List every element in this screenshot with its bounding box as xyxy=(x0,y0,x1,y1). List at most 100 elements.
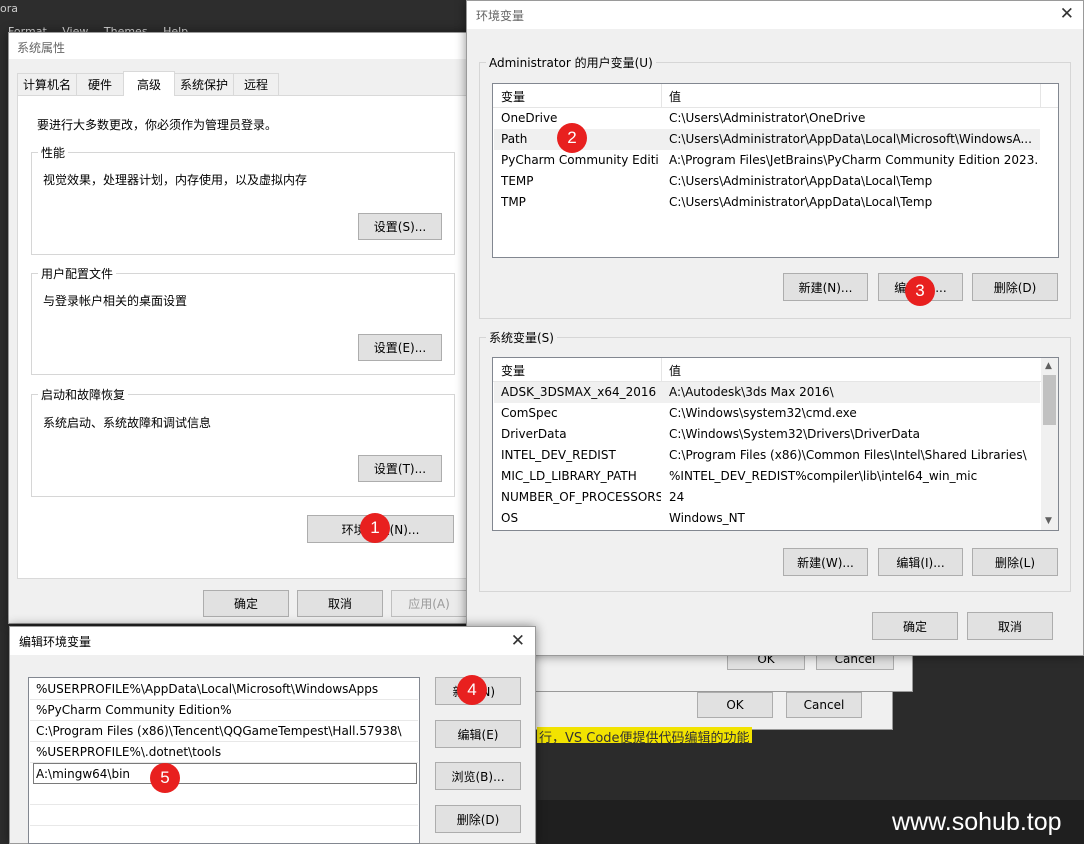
step-badge-4: 4 xyxy=(457,675,487,705)
path-entry[interactable]: %USERPROFILE%\.dotnet\tools xyxy=(30,742,418,763)
performance-settings-button[interactable]: 设置(S)... xyxy=(358,213,442,240)
watermark: www.sohub.top xyxy=(892,808,1062,836)
user-profile-settings-button[interactable]: 设置(E)... xyxy=(358,334,442,361)
back-ok-button-2[interactable]: OK xyxy=(697,692,773,718)
sys-var-row[interactable]: MIC_LD_LIBRARY_PATH %INTEL_DEV_REDIST%co… xyxy=(494,466,1040,487)
sys-var-row[interactable]: NUMBER_OF_PROCESSORS 24 xyxy=(494,487,1040,508)
user-col-separator-end xyxy=(1040,84,1041,108)
envvars-cancel-button[interactable]: 取消 xyxy=(967,612,1053,640)
user-col-variable[interactable]: 变量 xyxy=(501,88,525,105)
system-variables-list[interactable]: 变量 值 ADSK_3DSMAX_x64_2016 A:\Autodesk\3d… xyxy=(492,357,1059,531)
user-delete-button[interactable]: 删除(D) xyxy=(972,273,1058,301)
path-entry[interactable]: %PyCharm Community Edition% xyxy=(30,700,418,721)
path-entry-input[interactable]: A:\mingw64\bin xyxy=(36,767,130,781)
step-badge-5: 5 xyxy=(150,763,180,793)
path-entry-empty[interactable] xyxy=(30,805,418,826)
scroll-up-icon[interactable]: ▲ xyxy=(1045,361,1052,371)
editor-title: ora xyxy=(0,2,18,15)
envvars-ok-button[interactable]: 确定 xyxy=(872,612,958,640)
sys-var-name: MIC_LD_LIBRARY_PATH xyxy=(501,469,637,483)
scroll-down-icon[interactable]: ▼ xyxy=(1045,516,1052,526)
sys-var-row[interactable]: OS Windows_NT xyxy=(494,508,1040,529)
user-var-value: A:\Program Files\JetBrains\PyCharm Commu… xyxy=(669,153,1039,167)
path-entries-list[interactable]: %USERPROFILE%\AppData\Local\Microsoft\Wi… xyxy=(28,677,420,844)
user-variables-label: Administrator 的用户变量(U) xyxy=(486,54,656,71)
sysprops-cancel-button[interactable]: 取消 xyxy=(297,590,383,617)
system-variables-scrollbar[interactable]: ▲ ▼ xyxy=(1041,358,1058,530)
path-entry-empty[interactable] xyxy=(30,784,418,805)
startup-recovery-desc: 系统启动、系统故障和调试信息 xyxy=(43,416,212,430)
sys-var-value: 24 xyxy=(669,490,685,504)
system-variables-label: 系统变量(S) xyxy=(486,329,557,346)
path-entry[interactable]: C:\Program Files (x86)\Tencent\QQGameTem… xyxy=(30,721,418,742)
sys-var-name: DriverData xyxy=(501,427,567,441)
user-var-row[interactable]: PyCharm Community Editi... A:\Program Fi… xyxy=(494,150,1040,171)
envvars-titlebar: 环境变量 ✕ xyxy=(467,1,1083,29)
sysprops-titlebar: 系统属性 xyxy=(9,33,477,59)
sysprops-apply-button[interactable]: 应用(A) xyxy=(391,590,467,617)
path-entry-editing[interactable]: A:\mingw64\bin xyxy=(33,763,417,784)
user-var-value: C:\Users\Administrator\AppData\Local\Tem… xyxy=(669,174,933,188)
editvar-titlebar: 编辑环境变量 ✕ xyxy=(10,627,535,655)
sysprops-ok-button[interactable]: 确定 xyxy=(203,590,289,617)
tab-system-protection[interactable]: 系统保护 xyxy=(174,73,234,95)
sys-col-separator xyxy=(661,358,662,382)
user-var-row[interactable]: TMP C:\Users\Administrator\AppData\Local… xyxy=(494,192,1040,213)
sys-var-value: A:\Autodesk\3ds Max 2016\ xyxy=(669,385,834,399)
scrollbar-thumb[interactable] xyxy=(1043,375,1056,425)
editvar-browse-button[interactable]: 浏览(B)... xyxy=(435,762,521,790)
tab-advanced[interactable]: 高级 xyxy=(123,71,175,96)
editvar-close-icon[interactable]: ✕ xyxy=(511,633,525,650)
user-col-value[interactable]: 值 xyxy=(669,88,681,105)
sys-var-name: INTEL_DEV_REDIST xyxy=(501,448,616,462)
system-edit-button[interactable]: 编辑(I)... xyxy=(878,548,963,576)
sys-var-value: %INTEL_DEV_REDIST%compiler\lib\intel64_w… xyxy=(669,469,978,483)
sys-var-value: Windows_NT xyxy=(669,511,745,525)
sys-var-row[interactable]: INTEL_DEV_REDIST C:\Program Files (x86)\… xyxy=(494,445,1040,466)
path-entry[interactable]: %USERPROFILE%\AppData\Local\Microsoft\Wi… xyxy=(30,679,418,700)
editvar-edit-button[interactable]: 编辑(E) xyxy=(435,720,521,748)
sys-col-variable[interactable]: 变量 xyxy=(501,362,525,379)
system-variables-header: 变量 值 xyxy=(493,358,1058,382)
user-profile-desc: 与登录帐户相关的桌面设置 xyxy=(43,294,188,308)
tab-computer-name[interactable]: 计算机名 xyxy=(17,73,77,95)
user-variables-header: 变量 值 xyxy=(493,84,1058,108)
envvars-close-icon[interactable]: ✕ xyxy=(1060,6,1074,23)
sys-col-value[interactable]: 值 xyxy=(669,362,681,379)
sysprops-title: 系统属性 xyxy=(17,41,66,55)
tab-remote[interactable]: 远程 xyxy=(233,73,279,95)
envvars-title: 环境变量 xyxy=(476,9,525,23)
path-entry-text: C:\Program Files (x86)\Tencent\QQGameTem… xyxy=(36,724,402,738)
user-profile-label: 用户配置文件 xyxy=(38,265,117,282)
user-var-value: C:\Users\Administrator\OneDrive xyxy=(669,111,866,125)
sys-var-row[interactable]: ComSpec C:\Windows\system32\cmd.exe xyxy=(494,403,1040,424)
system-delete-button[interactable]: 删除(L) xyxy=(972,548,1058,576)
sys-var-row[interactable]: DriverData C:\Windows\System32\Drivers\D… xyxy=(494,424,1040,445)
step-badge-3: 3 xyxy=(905,276,935,306)
sys-var-value: C:\Windows\system32\cmd.exe xyxy=(669,406,857,420)
sys-var-row-selected[interactable]: ADSK_3DSMAX_x64_2016 A:\Autodesk\3ds Max… xyxy=(494,382,1040,403)
user-col-separator xyxy=(661,84,662,108)
sys-var-value: C:\Program Files (x86)\Common Files\Inte… xyxy=(669,448,1027,462)
performance-label: 性能 xyxy=(38,144,69,161)
user-variables-list[interactable]: 变量 值 OneDrive C:\Users\Administrator\One… xyxy=(492,83,1059,258)
tab-hardware[interactable]: 硬件 xyxy=(76,73,124,95)
editvar-title: 编辑环境变量 xyxy=(19,635,92,649)
system-new-button[interactable]: 新建(W)... xyxy=(783,548,868,576)
editor-highlight-text: 行，VS Code便提供代码编辑的功能 xyxy=(537,727,752,743)
back-cancel-button-2[interactable]: Cancel xyxy=(786,692,862,718)
step-badge-2: 2 xyxy=(557,123,587,153)
sys-var-name: ADSK_3DSMAX_x64_2016 xyxy=(501,385,657,399)
user-var-name: TEMP xyxy=(501,174,534,188)
user-new-button[interactable]: 新建(N)... xyxy=(783,273,868,301)
sys-var-name: NUMBER_OF_PROCESSORS xyxy=(501,490,661,504)
editvar-delete-button[interactable]: 删除(D) xyxy=(435,805,521,833)
startup-recovery-settings-button[interactable]: 设置(T)... xyxy=(358,455,442,482)
user-var-value: C:\Users\Administrator\AppData\Local\Tem… xyxy=(669,195,933,209)
user-var-name: OneDrive xyxy=(501,111,558,125)
step-badge-1: 1 xyxy=(360,513,390,543)
sys-var-name: OS xyxy=(501,511,519,525)
user-var-row[interactable]: TEMP C:\Users\Administrator\AppData\Loca… xyxy=(494,171,1040,192)
sys-var-name: ComSpec xyxy=(501,406,558,420)
performance-desc: 视觉效果，处理器计划，内存使用，以及虚拟内存 xyxy=(43,173,308,187)
